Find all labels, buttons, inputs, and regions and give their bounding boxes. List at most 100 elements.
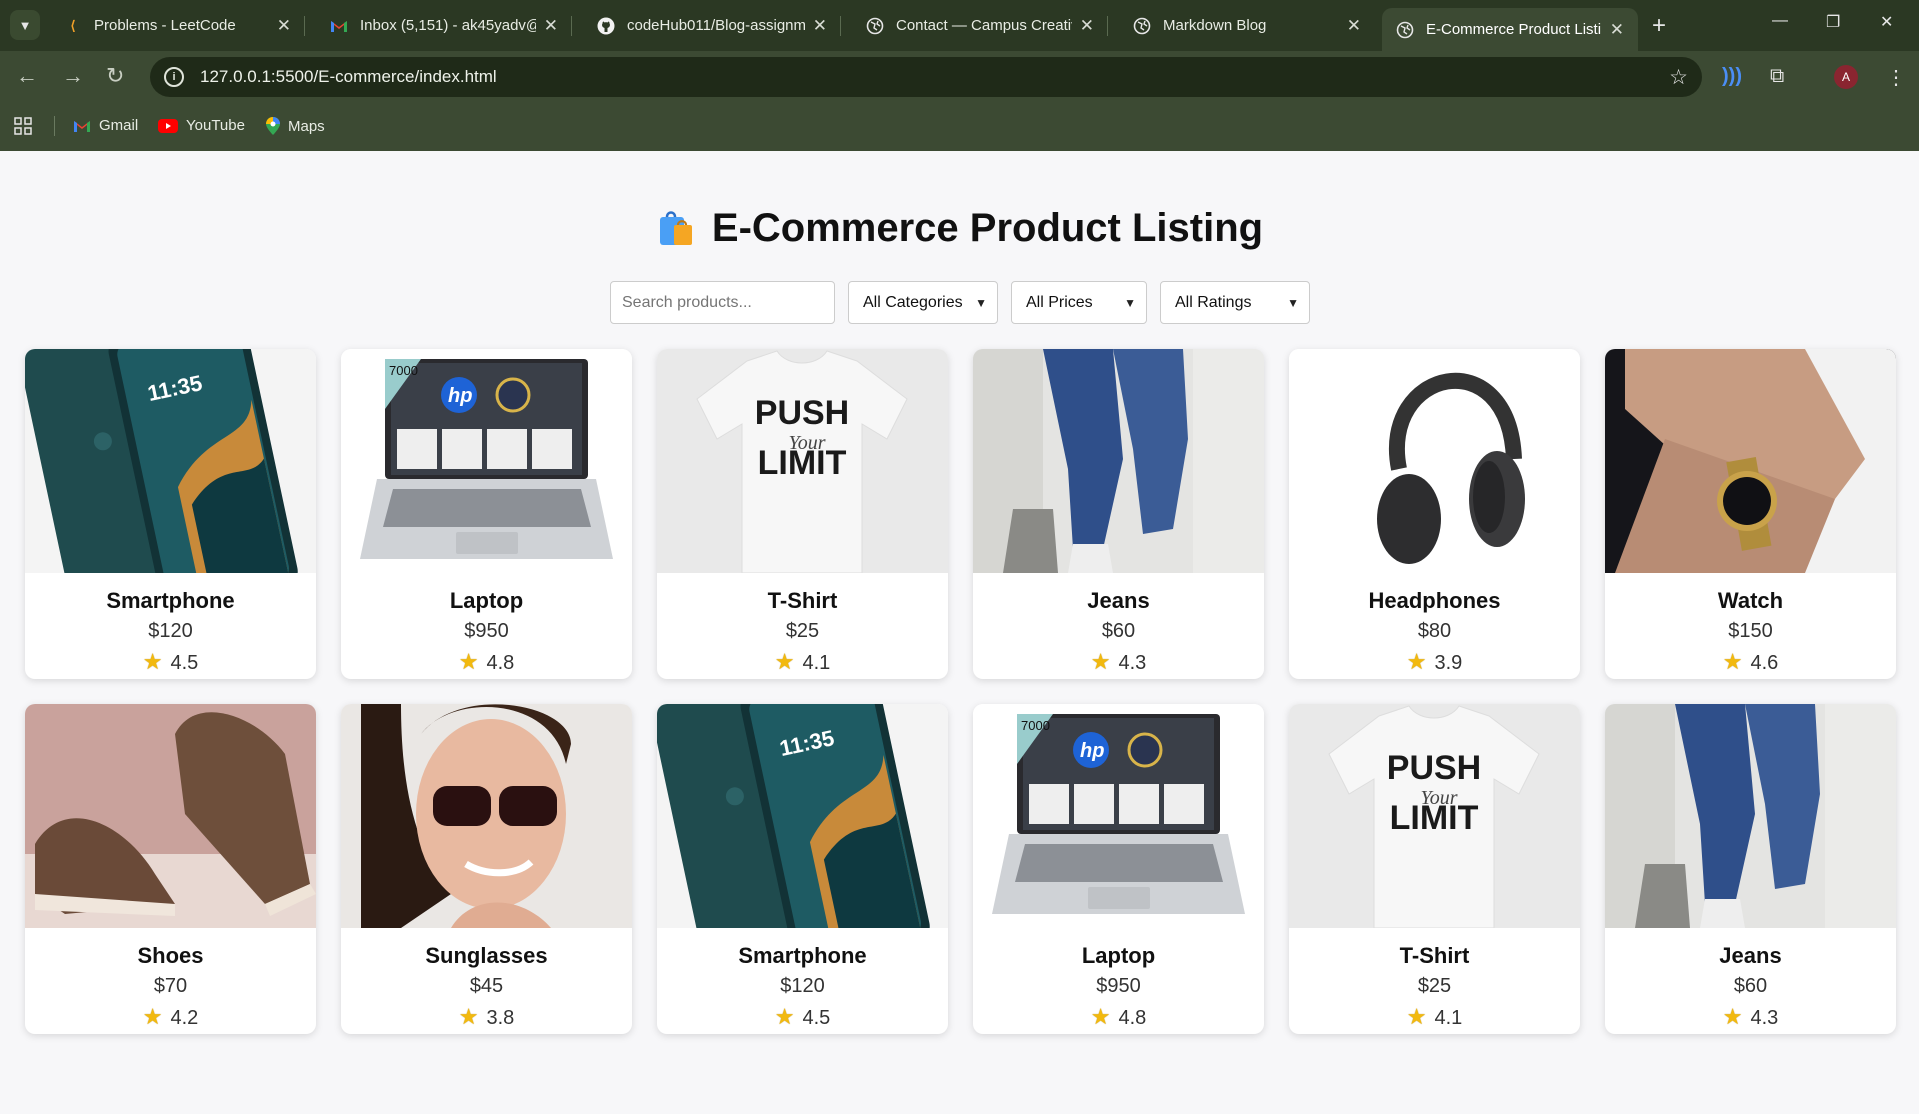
product-card[interactable]: 7000 hp Laptop $950 ★ 4.8 xyxy=(973,704,1264,1034)
tab-separator xyxy=(304,16,305,36)
chevron-down-icon: ▼ xyxy=(975,295,987,310)
product-image-tshirt: PUSH Your LIMIT xyxy=(1289,704,1580,928)
category-select[interactable]: All Categories ▼ xyxy=(848,281,998,324)
tab-gmail[interactable]: Inbox (5,151) - ak45yadv@ ✕ xyxy=(316,8,572,43)
extensions-puzzle-icon[interactable]: ⧉ xyxy=(1770,65,1784,88)
globe-icon xyxy=(1396,21,1414,39)
chevron-down-icon: ▼ xyxy=(18,17,32,33)
search-input[interactable] xyxy=(610,281,835,324)
bookmark-gmail[interactable]: Gmail xyxy=(73,117,138,134)
product-card[interactable]: Sunglasses $45 ★ 3.8 xyxy=(341,704,632,1034)
bookmark-maps[interactable]: Maps xyxy=(266,117,325,135)
star-icon: ★ xyxy=(142,649,163,674)
product-rating-value: 4.8 xyxy=(486,652,515,674)
bookmark-label: Gmail xyxy=(99,117,139,134)
gmail-icon xyxy=(330,17,348,35)
product-rating: ★ 4.2 xyxy=(25,1004,316,1030)
tab-markdown-blog[interactable]: Markdown Blog ✕ xyxy=(1119,8,1375,43)
tab-title: Markdown Blog xyxy=(1163,17,1267,34)
product-rating: ★ 4.1 xyxy=(1289,1004,1580,1030)
minimize-icon[interactable]: — xyxy=(1772,12,1788,30)
new-tab-plus-icon[interactable]: + xyxy=(1652,12,1666,40)
page-title: E-Commerce Product Listing xyxy=(0,206,1919,251)
product-name: Laptop xyxy=(449,588,524,613)
restore-icon[interactable]: ❐ xyxy=(1826,12,1840,32)
product-card[interactable]: Shoes $70 ★ 4.2 xyxy=(25,704,316,1034)
product-name: Headphones xyxy=(1368,588,1501,613)
tab-ecommerce-active[interactable]: E-Commerce Product Listir ✕ xyxy=(1382,8,1638,51)
tab-search-button[interactable]: ▼ xyxy=(10,10,40,40)
tab-github[interactable]: codeHub011/Blog-assignm ✕ xyxy=(583,8,841,43)
tab-campus-creative[interactable]: Contact — Campus Creativ ✕ xyxy=(852,8,1108,43)
product-price: $950 xyxy=(1096,975,1141,997)
reload-icon[interactable]: ↻ xyxy=(106,63,124,89)
page-viewport: E-Commerce Product Listing All Categorie… xyxy=(0,151,1919,1114)
product-card[interactable]: 11:35 Smartphone $120 ★ 4.5 xyxy=(657,704,948,1034)
rating-select[interactable]: All Ratings ▼ xyxy=(1160,281,1310,324)
product-card[interactable]: 11:35 Smartphone $120 ★ 4.5 xyxy=(25,349,316,679)
product-rating: ★ 4.8 xyxy=(341,649,632,675)
forward-arrow-icon[interactable]: → xyxy=(62,63,84,89)
product-card[interactable]: 7000 hp Laptop $950 ★ 4.8 xyxy=(341,349,632,679)
product-rating-value: 4.2 xyxy=(170,1007,199,1029)
close-icon[interactable]: ✕ xyxy=(1347,16,1361,36)
address-bar[interactable]: i 127.0.0.1:5500/E-commerce/index.html ☆ xyxy=(150,57,1702,97)
product-card[interactable]: Headphones $80 ★ 3.9 xyxy=(1289,349,1580,679)
close-icon[interactable]: ✕ xyxy=(813,16,827,36)
tshirt-print-line3: LIMIT xyxy=(1390,799,1479,837)
star-icon: ★ xyxy=(1406,1004,1427,1029)
product-card[interactable]: Jeans $60 ★ 4.3 xyxy=(1605,704,1896,1034)
kebab-menu-icon[interactable]: ⋮ xyxy=(1886,65,1906,90)
price-select[interactable]: All Prices ▼ xyxy=(1011,281,1147,324)
product-rating-value: 4.5 xyxy=(802,1007,831,1029)
bookmark-label: YouTube xyxy=(186,117,245,134)
profile-avatar[interactable]: A xyxy=(1834,65,1858,89)
product-rating-value: 4.6 xyxy=(1750,652,1779,674)
product-name: T-Shirt xyxy=(1399,943,1470,968)
product-card[interactable]: PUSH Your LIMIT T-Shirt $25 ★ 4.1 xyxy=(657,349,948,679)
product-rating-value: 4.3 xyxy=(1750,1007,1779,1029)
bookmarks-bar: Gmail YouTube Maps xyxy=(0,102,1919,151)
product-card[interactable]: Jeans $60 ★ 4.3 xyxy=(973,349,1264,679)
close-icon[interactable]: ✕ xyxy=(277,16,291,36)
bookmark-youtube[interactable]: YouTube xyxy=(158,117,245,134)
star-icon: ★ xyxy=(1090,1004,1111,1029)
tab-leetcode[interactable]: ⟨ Problems - LeetCode ✕ xyxy=(50,8,305,43)
back-arrow-icon[interactable]: ← xyxy=(16,63,38,89)
product-rating-value: 4.3 xyxy=(1118,652,1147,674)
bookmark-label: Maps xyxy=(288,117,325,135)
rating-select-value: All Ratings xyxy=(1175,293,1252,311)
filter-bar: All Categories ▼ All Prices ▼ All Rating… xyxy=(610,281,1310,324)
tab-title: Contact — Campus Creativ xyxy=(896,17,1072,34)
product-name: T-Shirt xyxy=(767,588,838,613)
laptop-badge-text: 7000 xyxy=(1021,718,1050,733)
tab-separator xyxy=(840,16,841,36)
browser-toolbar: ← → ↻ i 127.0.0.1:5500/E-commerce/index.… xyxy=(0,51,1919,102)
product-rating: ★ 4.3 xyxy=(973,649,1264,675)
close-icon[interactable]: ✕ xyxy=(544,16,558,36)
browser-tab-bar: ▼ ⟨ Problems - LeetCode ✕ Inbox (5,151) … xyxy=(0,0,1919,51)
close-icon[interactable]: ✕ xyxy=(1080,16,1094,36)
star-icon: ★ xyxy=(1722,1004,1743,1029)
bookmark-star-icon[interactable]: ☆ xyxy=(1669,65,1688,90)
product-card[interactable]: PUSH Your LIMIT T-Shirt $25 ★ 4.1 xyxy=(1289,704,1580,1034)
site-info-icon[interactable]: i xyxy=(164,67,184,87)
product-rating-value: 3.9 xyxy=(1434,652,1463,674)
product-price: $60 xyxy=(1101,620,1136,642)
window-close-icon[interactable]: ✕ xyxy=(1880,12,1893,32)
category-select-value: All Categories xyxy=(863,293,963,311)
laptop-brand-text: hp xyxy=(1080,740,1104,762)
laptop-brand-text: hp xyxy=(448,385,472,407)
product-price: $80 xyxy=(1417,620,1452,642)
product-name: Smartphone xyxy=(106,588,235,613)
tab-title: codeHub011/Blog-assignm xyxy=(627,17,805,34)
close-icon[interactable]: ✕ xyxy=(1610,20,1624,40)
apps-grid-icon[interactable] xyxy=(14,117,32,135)
cast-icon[interactable]: ))) xyxy=(1722,65,1742,88)
product-rating: ★ 4.5 xyxy=(657,1004,948,1030)
bookmark-divider xyxy=(54,116,55,136)
globe-icon xyxy=(866,17,884,35)
product-name: Jeans xyxy=(1087,588,1150,613)
product-card[interactable]: Watch $150 ★ 4.6 xyxy=(1605,349,1896,679)
star-icon: ★ xyxy=(142,1004,163,1029)
